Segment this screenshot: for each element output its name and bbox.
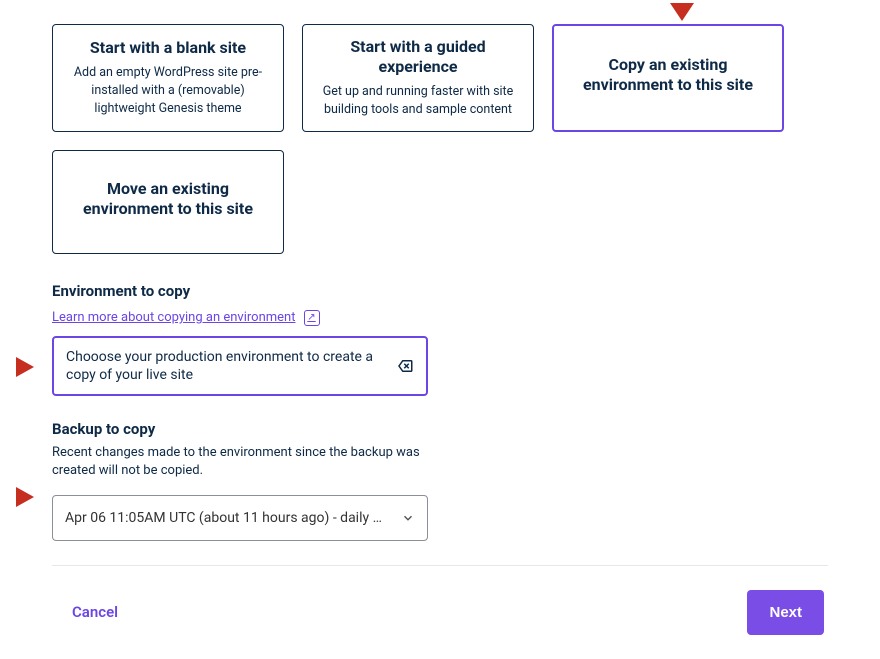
annotation-pointer-top bbox=[670, 3, 694, 21]
backup-select[interactable]: Apr 06 11:05AM UTC (about 11 hours ago) … bbox=[52, 495, 428, 541]
footer-actions: Cancel Next bbox=[52, 590, 828, 635]
environment-to-copy-section: Environment to copy Learn more about cop… bbox=[52, 282, 828, 396]
annotation-pointer-env bbox=[16, 357, 34, 377]
card-desc: Get up and running faster with site buil… bbox=[317, 83, 519, 119]
card-title: Start with a blank site bbox=[67, 38, 269, 58]
section-title: Backup to copy bbox=[52, 420, 828, 438]
card-title: Copy an existing environment to this sit… bbox=[568, 55, 768, 95]
link-text: Learn more about copying an environment bbox=[52, 310, 296, 325]
backup-to-copy-section: Backup to copy Recent changes made to th… bbox=[52, 420, 828, 540]
card-title: Start with a guided experience bbox=[317, 37, 519, 77]
option-card-grid: Start with a blank site Add an empty Wor… bbox=[52, 24, 828, 254]
cancel-button[interactable]: Cancel bbox=[72, 603, 118, 621]
card-blank-site[interactable]: Start with a blank site Add an empty Wor… bbox=[52, 24, 284, 132]
environment-select-input[interactable]: Chooose your production environment to c… bbox=[52, 336, 428, 396]
divider bbox=[52, 565, 828, 566]
chevron-down-icon bbox=[401, 511, 415, 525]
card-move-environment[interactable]: Move an existing environment to this sit… bbox=[52, 150, 284, 254]
card-guided-experience[interactable]: Start with a guided experience Get up an… bbox=[302, 24, 534, 132]
section-title: Environment to copy bbox=[52, 282, 828, 300]
card-copy-environment[interactable]: Copy an existing environment to this sit… bbox=[552, 24, 784, 132]
next-button[interactable]: Next bbox=[747, 590, 824, 635]
select-value: Apr 06 11:05AM UTC (about 11 hours ago) … bbox=[65, 510, 382, 526]
input-value: Chooose your production environment to c… bbox=[66, 348, 386, 384]
learn-more-link[interactable]: Learn more about copying an environment … bbox=[52, 310, 320, 326]
external-link-icon: ↗ bbox=[304, 310, 320, 326]
card-desc: Add an empty WordPress site pre-installe… bbox=[67, 64, 269, 118]
annotation-pointer-backup bbox=[16, 487, 34, 507]
clear-icon[interactable] bbox=[396, 357, 414, 375]
helper-text: Recent changes made to the environment s… bbox=[52, 444, 452, 480]
card-title: Move an existing environment to this sit… bbox=[67, 179, 269, 219]
